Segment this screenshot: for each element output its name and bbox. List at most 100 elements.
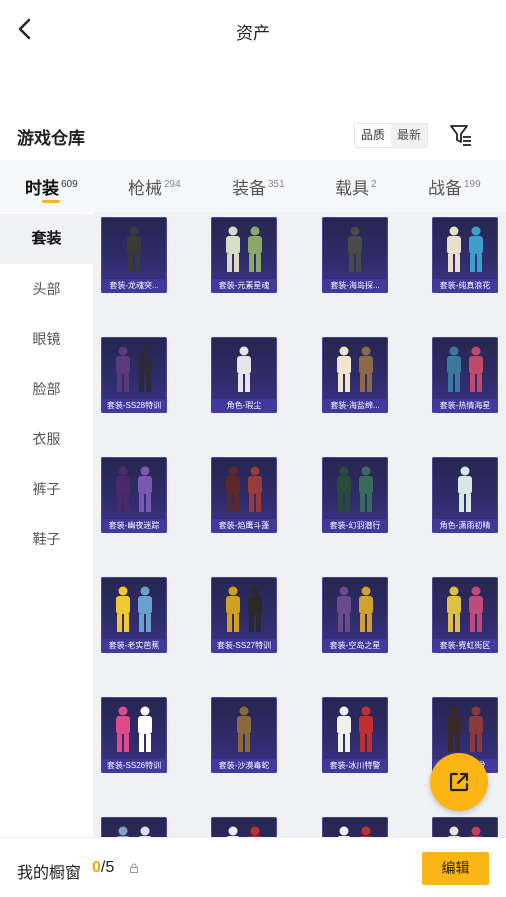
outfit-card[interactable] bbox=[322, 817, 388, 837]
sidebar-item-pants[interactable]: 裤子 bbox=[0, 464, 93, 514]
outfit-thumbnail bbox=[447, 226, 483, 272]
outfit-name: 套装-冰川特警 bbox=[322, 759, 388, 773]
outfit-name: 套装-元素星魂 bbox=[211, 279, 277, 293]
outfit-name: 套装-SS28特训 bbox=[101, 399, 167, 413]
warehouse-header: 游戏仓库 品质 最新 bbox=[0, 112, 506, 160]
outfit-name: 套装-沙漠毒蛇 bbox=[211, 759, 277, 773]
outfit-thumbnail bbox=[116, 346, 152, 392]
outfit-name: 套装-SS27特训 bbox=[211, 639, 277, 653]
outfit-thumbnail bbox=[226, 226, 262, 272]
sort-quality-button[interactable]: 品质 bbox=[355, 124, 392, 147]
outfit-name: 套装-海盐绵... bbox=[322, 399, 388, 413]
lock-icon bbox=[130, 863, 138, 873]
tab-label: 枪械 bbox=[128, 179, 162, 198]
tab-count: 351 bbox=[268, 179, 285, 190]
tab-label: 时装 bbox=[25, 179, 59, 198]
sidebar-item-outfits[interactable]: 套装 bbox=[0, 214, 93, 264]
tab-vehicles[interactable]: 载具 2 bbox=[335, 174, 377, 199]
top-bar: 资产 bbox=[0, 0, 506, 60]
outfit-card[interactable]: 套装-空岛之星 bbox=[322, 577, 388, 653]
outfit-card[interactable]: 套装-沙漠毒蛇 bbox=[211, 697, 277, 773]
outfit-card[interactable]: 套装-霓虹街区 bbox=[432, 577, 498, 653]
tab-label: 战备 bbox=[428, 179, 462, 198]
sidebar-item-clothes[interactable]: 衣服 bbox=[0, 414, 93, 464]
outfit-card[interactable]: 套装-冰川特警 bbox=[322, 697, 388, 773]
outfit-name: 套装-焰鹰斗蓬 bbox=[211, 519, 277, 533]
outfit-card[interactable]: 套装-元素星魂 bbox=[211, 217, 277, 293]
outfit-name: 角色-瑕尘 bbox=[211, 399, 277, 413]
outfit-card[interactable]: 套装-纯真浪花 bbox=[432, 217, 498, 293]
tab-weapons[interactable]: 枪械 294 bbox=[128, 174, 181, 199]
outfit-card[interactable] bbox=[101, 817, 167, 837]
sidebar-item-shoes[interactable]: 鞋子 bbox=[0, 514, 93, 564]
outfit-thumbnail bbox=[226, 466, 262, 512]
tab-count: 609 bbox=[61, 179, 78, 190]
outfit-thumbnail bbox=[337, 706, 373, 752]
outfit-card[interactable] bbox=[211, 817, 277, 837]
outfit-card[interactable]: 套装-SS27特训 bbox=[211, 577, 277, 653]
showcase-current: 0 bbox=[92, 859, 101, 876]
page-title: 资产 bbox=[236, 24, 270, 43]
share-fab-button[interactable] bbox=[430, 753, 488, 811]
outfit-thumbnail bbox=[458, 466, 472, 512]
tab-fashion[interactable]: 时装 609 bbox=[25, 174, 78, 199]
outfit-thumbnail bbox=[237, 706, 251, 752]
outfit-thumbnail bbox=[337, 466, 373, 512]
outfit-card[interactable]: 套装-幽夜迷踪 bbox=[101, 457, 167, 533]
sub-category-sidebar: 套装 头部 眼镜 脸部 衣服 裤子 鞋子 bbox=[0, 212, 93, 837]
outfit-thumbnail bbox=[447, 826, 483, 837]
tab-label: 装备 bbox=[232, 179, 266, 198]
showcase-total: /5 bbox=[100, 859, 115, 876]
outfit-name: 套装-幻羽潜行 bbox=[322, 519, 388, 533]
outfit-thumbnail bbox=[337, 586, 373, 632]
category-tabs: 时装 609 枪械 294 装备 351 载具 2 战备 199 bbox=[0, 160, 506, 212]
outfit-card[interactable]: 套装-焰鹰斗蓬 bbox=[211, 457, 277, 533]
tab-equipment[interactable]: 装备 351 bbox=[232, 174, 285, 199]
outfit-card[interactable]: 角色-潇雨初晴 bbox=[432, 457, 498, 533]
outfit-name: 套装-霓虹街区 bbox=[432, 639, 498, 653]
outfit-thumbnail bbox=[237, 346, 251, 392]
outfit-name: 角色-潇雨初晴 bbox=[432, 519, 498, 533]
outfit-name: 套装-热情海星 bbox=[432, 399, 498, 413]
tab-supplies[interactable]: 战备 199 bbox=[428, 174, 481, 199]
outfit-card[interactable]: 套装-海岛探... bbox=[322, 217, 388, 293]
outfit-card[interactable]: 套装-龙魂突... bbox=[101, 217, 167, 293]
outfit-card[interactable]: 套装-SS28特训 bbox=[101, 337, 167, 413]
outfit-thumbnail bbox=[226, 586, 262, 632]
outfit-card[interactable]: 角色-瑕尘 bbox=[211, 337, 277, 413]
sidebar-item-glasses[interactable]: 眼镜 bbox=[0, 314, 93, 364]
outfit-card[interactable]: 套装-幻羽潜行 bbox=[322, 457, 388, 533]
outfit-name: 套装-龙魂突... bbox=[101, 279, 167, 293]
edit-button[interactable]: 编辑 bbox=[422, 852, 489, 885]
outfit-card[interactable]: 套装-老实芭蕉 bbox=[101, 577, 167, 653]
outfit-name: 套装-纯真浪花 bbox=[432, 279, 498, 293]
outfit-thumbnail bbox=[348, 226, 362, 272]
active-tab-indicator bbox=[42, 200, 60, 203]
outfit-name: 套装-老实芭蕉 bbox=[101, 639, 167, 653]
sidebar-item-head[interactable]: 头部 bbox=[0, 264, 93, 314]
section-title: 游戏仓库 bbox=[17, 129, 85, 148]
outfit-card[interactable] bbox=[432, 817, 498, 837]
outfit-thumbnail bbox=[447, 706, 483, 752]
outfit-thumbnail bbox=[447, 586, 483, 632]
filter-button[interactable] bbox=[448, 122, 474, 148]
outfit-name: 套装-海岛探... bbox=[322, 279, 388, 293]
outfit-thumbnail bbox=[127, 226, 141, 272]
outfit-name: 套装-空岛之星 bbox=[322, 639, 388, 653]
sort-latest-button[interactable]: 最新 bbox=[391, 124, 428, 147]
outfit-card[interactable]: 套装-热情海星 bbox=[432, 337, 498, 413]
outfit-thumbnail bbox=[116, 466, 152, 512]
tab-count: 294 bbox=[164, 179, 181, 190]
outfit-thumbnail bbox=[337, 826, 373, 837]
outfit-card[interactable]: 套装-SS26特训 bbox=[101, 697, 167, 773]
sidebar-item-face[interactable]: 脸部 bbox=[0, 364, 93, 414]
outfit-card[interactable]: 套装-海盐绵... bbox=[322, 337, 388, 413]
outfit-name: 套装-SS26特训 bbox=[101, 759, 167, 773]
sort-toggle: 品质 最新 bbox=[354, 123, 429, 148]
showcase-count: 0/5 bbox=[92, 859, 114, 877]
outfit-thumbnail bbox=[337, 346, 373, 392]
tab-count: 2 bbox=[371, 179, 377, 190]
outfit-thumbnail bbox=[116, 826, 152, 837]
outfit-thumbnail bbox=[116, 586, 152, 632]
outfit-name: 套装-幽夜迷踪 bbox=[101, 519, 167, 533]
